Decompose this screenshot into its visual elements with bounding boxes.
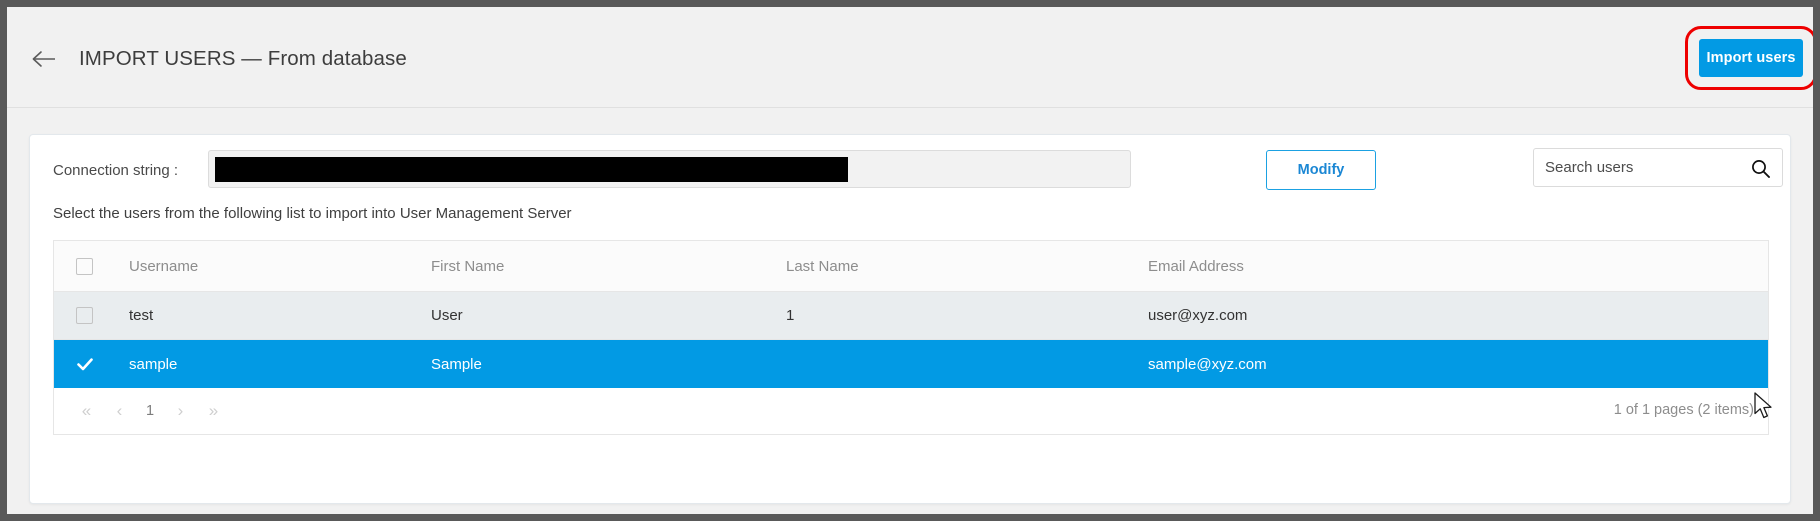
back-arrow-icon[interactable] <box>31 46 57 72</box>
column-header-username[interactable]: Username <box>115 258 427 275</box>
connection-string-row: Connection string : Modify <box>30 135 1790 211</box>
column-header-email[interactable]: Email Address <box>1141 258 1768 275</box>
search-input[interactable] <box>1545 149 1745 186</box>
select-all-checkbox[interactable] <box>76 257 93 275</box>
cell-email: sample@xyz.com <box>1148 355 1267 373</box>
pager-prev-icon[interactable]: ‹ <box>103 397 136 425</box>
pager-last-icon[interactable]: » <box>197 397 230 425</box>
pager-first-icon[interactable]: « <box>70 397 103 425</box>
page-title: IMPORT USERS — From database <box>79 47 407 70</box>
pager-nav-group: « ‹ 1 › » <box>54 397 230 425</box>
grid-header-row: Username First Name Last Name Email Addr… <box>54 241 1768 292</box>
screenshot-frame: IMPORT USERS — From database Import user… <box>0 0 1820 521</box>
import-users-button[interactable]: Import users <box>1699 39 1803 77</box>
users-grid: Username First Name Last Name Email Addr… <box>53 240 1769 435</box>
redacted-value-bar <box>215 157 848 182</box>
connection-string-label: Connection string : <box>53 162 179 179</box>
select-all-cell <box>54 257 115 275</box>
import-users-page: IMPORT USERS — From database Import user… <box>7 7 1813 514</box>
modify-button[interactable]: Modify <box>1266 150 1376 190</box>
row-select-cell <box>54 307 115 324</box>
instruction-text: Select the users from the following list… <box>53 205 572 222</box>
cell-first-name: Sample <box>431 355 482 373</box>
pager-page-number-1[interactable]: 1 <box>136 397 164 425</box>
cell-username: sample <box>129 355 178 373</box>
table-row[interactable]: sample Sample sample@xyz.com <box>54 340 1768 388</box>
row-checkbox-checked-icon[interactable] <box>75 354 95 374</box>
pager-info-text: 1 of 1 pages (2 items) <box>1613 402 1754 418</box>
cell-email: user@xyz.com <box>1148 307 1248 324</box>
search-users-field[interactable] <box>1533 148 1783 187</box>
pager-next-icon[interactable]: › <box>164 397 197 425</box>
content-card: Connection string : Modify Selec <box>29 134 1791 504</box>
header-left-group: IMPORT USERS — From database <box>31 46 407 72</box>
page-header: IMPORT USERS — From database Import user… <box>7 7 1813 108</box>
connection-string-input[interactable] <box>208 150 1131 188</box>
cell-username: test <box>129 307 154 324</box>
column-header-last-name[interactable]: Last Name <box>784 258 1141 275</box>
grid-pager: « ‹ 1 › » 1 of 1 pages (2 items) <box>54 388 1768 434</box>
row-select-cell <box>54 354 115 374</box>
cell-first-name: User <box>431 307 463 324</box>
row-checkbox[interactable] <box>76 307 93 324</box>
search-icon[interactable] <box>1751 159 1770 178</box>
table-row[interactable]: test User 1 user@xyz.com <box>54 292 1768 340</box>
column-header-first-name[interactable]: First Name <box>427 258 784 275</box>
cell-last-name: 1 <box>786 307 795 324</box>
